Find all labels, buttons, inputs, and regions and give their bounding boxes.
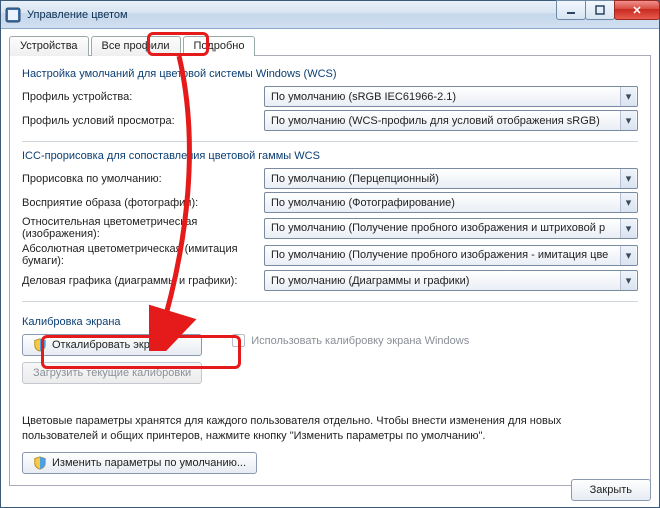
tab-label: Устройства — [20, 40, 78, 52]
app-icon — [5, 7, 21, 23]
maximize-button[interactable] — [585, 0, 615, 20]
combo-value: По умолчанию (Получение пробного изображ… — [271, 249, 620, 261]
color-management-window: Управление цветом ✕ Устройства Все профи… — [0, 0, 660, 508]
titlebar[interactable]: Управление цветом ✕ — [1, 1, 659, 29]
chevron-down-icon: ▾ — [620, 246, 636, 265]
absolute-colorimetric-label: Абсолютная цветометрическая (имитация бу… — [22, 243, 264, 267]
calibration-heading: Калибровка экрана — [22, 316, 638, 328]
divider — [22, 141, 638, 142]
default-intent-combo[interactable]: По умолчанию (Перцепционный) ▾ — [264, 168, 638, 189]
chevron-down-icon: ▾ — [620, 193, 636, 212]
relative-colorimetric-label: Относительная цветометрическая (изображе… — [22, 216, 264, 240]
tab-strip: Устройства Все профили Подробно — [9, 35, 651, 56]
use-windows-calibration-checkbox[interactable]: Использовать калибровку экрана Windows — [232, 334, 469, 347]
tab-devices[interactable]: Устройства — [9, 36, 89, 56]
combo-value: По умолчанию (Перцепционный) — [271, 173, 620, 185]
combo-value: По умолчанию (Фотографирование) — [271, 197, 620, 209]
device-profile-label: Профиль устройства: — [22, 91, 264, 103]
button-label: Откалибровать экран — [52, 339, 162, 351]
business-graphics-label: Деловая графика (диаграммы и графики): — [22, 275, 264, 287]
chevron-down-icon: ▾ — [620, 219, 636, 238]
perceptual-combo[interactable]: По умолчанию (Фотографирование) ▾ — [264, 192, 638, 213]
button-label: Закрыть — [590, 484, 632, 496]
minimize-button[interactable] — [556, 0, 586, 20]
combo-value: По умолчанию (Диаграммы и графики) — [271, 275, 620, 287]
combo-value: По умолчанию (WCS-профиль для условий от… — [271, 115, 620, 127]
button-label: Изменить параметры по умолчанию... — [52, 457, 246, 469]
close-window-button[interactable]: ✕ — [614, 0, 660, 20]
tab-label: Все профили — [102, 40, 170, 52]
chevron-down-icon: ▾ — [620, 87, 636, 106]
defaults-note: Цветовые параметры хранятся для каждого … — [22, 414, 638, 444]
change-defaults-button[interactable]: Изменить параметры по умолчанию... — [22, 452, 257, 474]
button-label: Загрузить текущие калибровки — [33, 367, 191, 379]
reload-calibrations-button[interactable]: Загрузить текущие калибровки — [22, 362, 202, 384]
relative-colorimetric-combo[interactable]: По умолчанию (Получение пробного изображ… — [264, 218, 638, 239]
default-intent-label: Прорисовка по умолчанию: — [22, 173, 264, 185]
viewing-conditions-label: Профиль условий просмотра: — [22, 115, 264, 127]
close-button[interactable]: Закрыть — [571, 479, 651, 501]
chevron-down-icon: ▾ — [620, 169, 636, 188]
icc-heading: ICC-прорисовка для сопоставления цветово… — [22, 150, 638, 162]
viewing-conditions-combo[interactable]: По умолчанию (WCS-профиль для условий от… — [264, 110, 638, 131]
checkbox-label: Использовать калибровку экрана Windows — [251, 335, 469, 347]
calibrate-display-button[interactable]: Откалибровать экран — [22, 334, 202, 356]
tab-panel-advanced: Настройка умолчаний для цветовой системы… — [9, 56, 651, 486]
device-profile-combo[interactable]: По умолчанию (sRGB IEC61966-2.1) ▾ — [264, 86, 638, 107]
shield-icon — [33, 456, 47, 470]
combo-value: По умолчанию (sRGB IEC61966-2.1) — [271, 91, 620, 103]
tab-all-profiles[interactable]: Все профили — [91, 36, 181, 56]
chevron-down-icon: ▾ — [620, 111, 636, 130]
tab-advanced[interactable]: Подробно — [183, 36, 256, 56]
checkbox-box — [232, 334, 245, 347]
tab-label: Подробно — [194, 40, 245, 52]
combo-value: По умолчанию (Получение пробного изображ… — [271, 222, 620, 234]
chevron-down-icon: ▾ — [620, 271, 636, 290]
shield-icon — [33, 338, 47, 352]
business-graphics-combo[interactable]: По умолчанию (Диаграммы и графики) ▾ — [264, 270, 638, 291]
wcs-heading: Настройка умолчаний для цветовой системы… — [22, 68, 638, 80]
absolute-colorimetric-combo[interactable]: По умолчанию (Получение пробного изображ… — [264, 245, 638, 266]
window-title: Управление цветом — [27, 9, 128, 21]
perceptual-label: Восприятие образа (фотографии): — [22, 197, 264, 209]
divider — [22, 301, 638, 302]
